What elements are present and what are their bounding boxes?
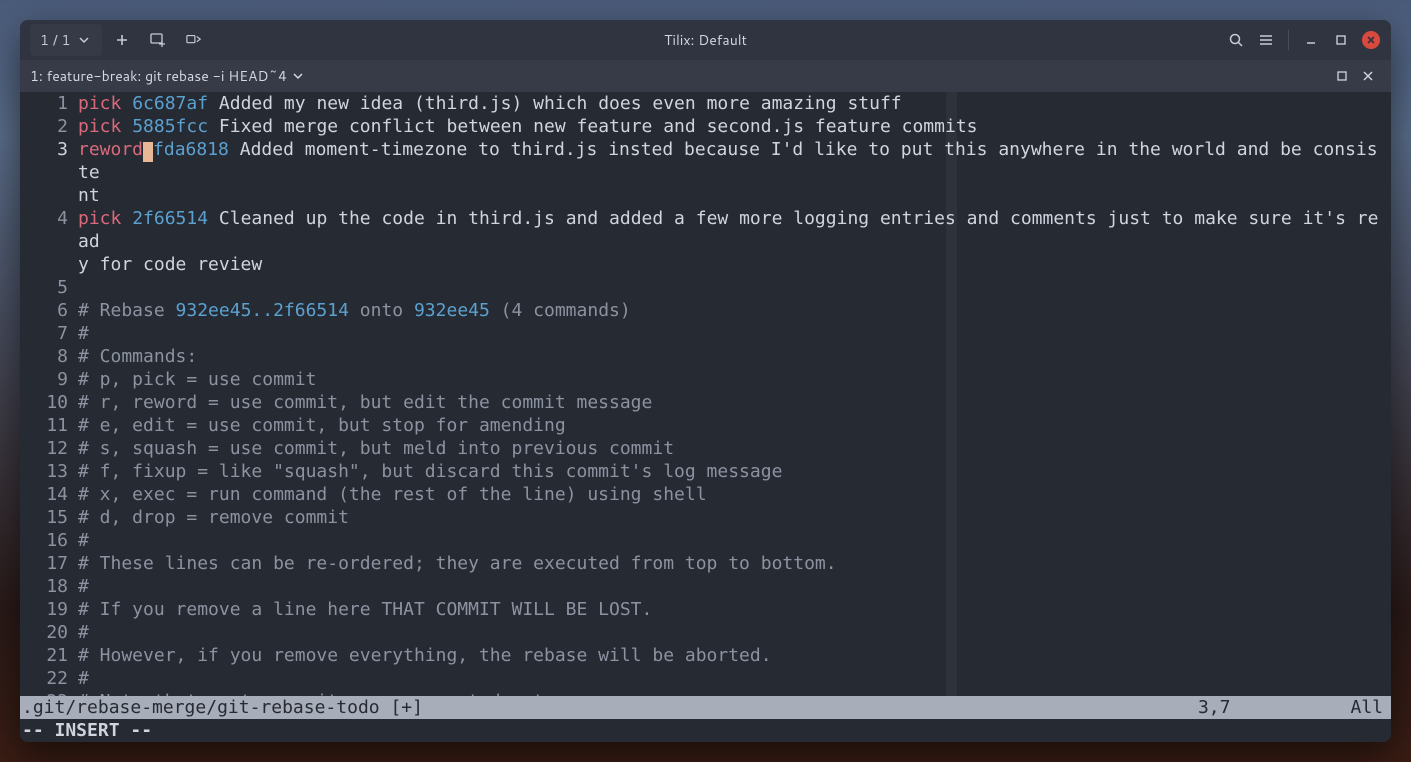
tab-close-button[interactable] — [1355, 63, 1381, 89]
maximize-icon — [1336, 70, 1348, 82]
maximize-button[interactable] — [1327, 26, 1355, 54]
terminal-pane[interactable]: 1pick 6c687af Added my new idea (third.j… — [20, 92, 1391, 742]
app-window: 1 / 1 — [20, 20, 1391, 742]
tab-label: 1: feature-break: git rebase -i HEAD~4 — [30, 66, 287, 86]
terminal-tab-bar: 1: feature-break: git rebase -i HEAD~4 — [20, 60, 1391, 92]
chevron-down-icon — [293, 71, 303, 81]
new-session-button[interactable] — [106, 24, 138, 56]
close-icon — [1362, 31, 1380, 49]
close-icon — [1362, 70, 1374, 82]
session-label: 1 / 1 — [40, 30, 70, 50]
maximize-icon — [1335, 34, 1347, 46]
plus-icon — [114, 32, 130, 48]
search-button[interactable] — [1222, 26, 1250, 54]
session-switcher[interactable]: 1 / 1 — [30, 24, 102, 56]
divider — [1288, 30, 1289, 50]
hamburger-icon — [1258, 32, 1274, 48]
titlebar: 1 / 1 — [20, 20, 1391, 60]
vim-mode-line: -- INSERT -- — [20, 719, 1391, 742]
minimize-button[interactable] — [1297, 26, 1325, 54]
minimize-icon — [1305, 34, 1317, 46]
editor-area[interactable]: 1pick 6c687af Added my new idea (third.j… — [20, 92, 1391, 742]
close-window-button[interactable] — [1357, 26, 1385, 54]
menu-button[interactable] — [1252, 26, 1280, 54]
status-percent: All — [1350, 696, 1389, 719]
tab-maximize-button[interactable] — [1329, 63, 1355, 89]
terminal-add-down-icon — [150, 32, 166, 48]
chevron-down-icon — [76, 32, 92, 48]
terminal-tab[interactable]: 1: feature-break: git rebase -i HEAD~4 — [30, 66, 303, 86]
add-terminal-down-button[interactable] — [142, 24, 174, 56]
search-icon — [1228, 32, 1244, 48]
window-title: Tilix: Default — [20, 30, 1391, 50]
add-terminal-right-button[interactable] — [178, 24, 210, 56]
status-cursor-position: 3,7 — [1198, 696, 1351, 719]
status-filename: .git/rebase-merge/git-rebase-todo [+] — [22, 696, 423, 719]
vim-status-bar: .git/rebase-merge/git-rebase-todo [+] 3,… — [20, 696, 1391, 719]
terminal-add-right-icon — [186, 32, 202, 48]
